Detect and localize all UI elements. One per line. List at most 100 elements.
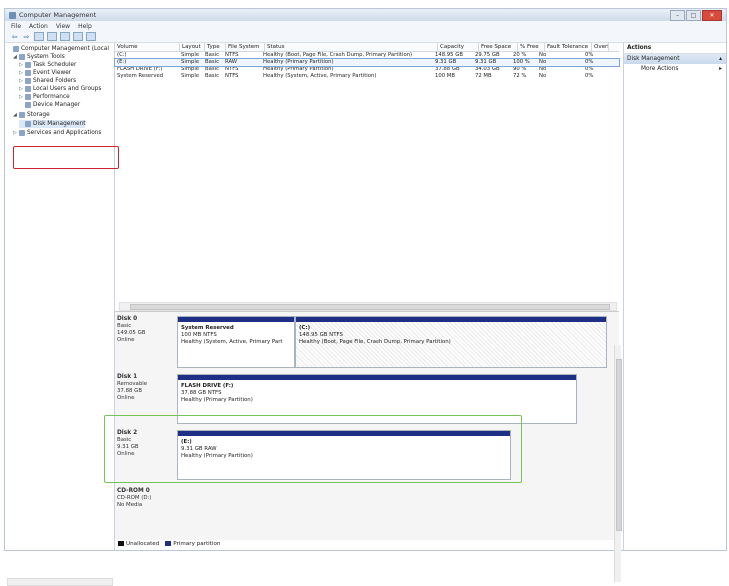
expand-arrow-icon[interactable]: ▷	[19, 93, 23, 101]
table-cell: 0%	[585, 73, 594, 79]
table-cell: Basic	[205, 66, 220, 72]
column-header[interactable]: Type	[205, 43, 226, 51]
tree-node-icon	[19, 130, 25, 136]
column-header[interactable]: File System	[226, 43, 265, 51]
tree-node-icon	[25, 86, 31, 92]
table-row[interactable]: (C:) Simple Basic NTFS Healthy (Boot, Page F…	[115, 52, 619, 59]
tree-item-label: Shared Folders	[33, 78, 77, 84]
partition-title: System Reserved	[181, 325, 234, 331]
table-cell: 90 %	[513, 66, 527, 72]
partition-details: System Reserved 100 MB NTFS Healthy (Syste…	[178, 322, 294, 367]
tree-item[interactable]: ▷ Event Viewer	[19, 69, 71, 77]
help-icon[interactable]	[73, 32, 83, 41]
table-cell: 9.31 GB	[435, 59, 457, 65]
scrollbar-thumb[interactable]	[616, 359, 622, 531]
column-header[interactable]: Layout	[180, 43, 205, 51]
tree-node-icon	[13, 46, 19, 52]
disk-view-vertical-scrollbar[interactable]	[614, 345, 622, 582]
expand-arrow-icon[interactable]: ◢	[13, 111, 17, 119]
column-header[interactable]: Status	[265, 43, 438, 51]
tree-node-icon	[25, 102, 31, 108]
tree-item[interactable]: Computer Management (Local	[7, 45, 109, 53]
tree-item[interactable]: ◢ System Tools	[13, 53, 65, 61]
tree-item[interactable]: ▷ Services and Applications	[13, 129, 101, 137]
action-more-actions[interactable]: More Actions ▸	[624, 64, 726, 74]
disk-2-highlight-box	[104, 415, 522, 483]
disk-name: CD-ROM 0	[117, 488, 150, 494]
disk-info-label[interactable]: CD-ROM 0 CD-ROM (D:) No Media	[117, 488, 175, 509]
show-hide-tree-icon[interactable]	[47, 32, 57, 41]
expand-arrow-icon[interactable]: ▷	[19, 61, 23, 69]
column-header[interactable]: Fault Tolerance	[545, 43, 592, 51]
column-header[interactable]: Volume	[115, 43, 180, 51]
table-cell: 148.95 GB	[435, 52, 463, 58]
menu-help[interactable]: Help	[78, 23, 92, 30]
partition-line2: 100 MB NTFS	[181, 332, 217, 338]
table-cell: FLASH DRIVE (F:)	[117, 66, 163, 72]
actions-title: Actions	[624, 43, 726, 54]
table-cell: System Reserved	[117, 73, 164, 79]
partition-line2: 37.88 GB NTFS	[181, 390, 222, 396]
table-cell: NTFS	[225, 73, 239, 79]
table-cell: No	[539, 66, 547, 72]
table-row[interactable]: (E:) Simple Basic RAW Healthy (Primary Parti…	[114, 58, 620, 67]
disk-status: No Media	[117, 502, 143, 508]
tree-node-icon	[25, 78, 31, 84]
menu-action[interactable]: Action	[29, 23, 48, 30]
tree-item[interactable]: ▷ Task Scheduler	[19, 61, 76, 69]
actions-section-disk-management[interactable]: Disk Management ▴	[624, 54, 726, 64]
close-button[interactable]: ✕	[702, 10, 722, 21]
expand-arrow-icon[interactable]: ◢	[13, 53, 17, 61]
disk-info-label[interactable]: Disk 0 Basic 149.05 GB Online	[117, 316, 175, 344]
partition-title: (C:)	[299, 325, 311, 331]
up-folder-icon[interactable]	[34, 32, 44, 41]
properties-icon[interactable]	[60, 32, 70, 41]
table-row[interactable]: FLASH DRIVE (F:) Simple Basic NTFS Healthy (…	[115, 66, 619, 73]
menu-file[interactable]: File	[11, 23, 21, 30]
table-cell: NTFS	[225, 66, 239, 72]
column-header[interactable]: % Free	[518, 43, 545, 51]
table-cell: Simple	[181, 73, 200, 79]
tree-item-label: Disk Management	[33, 121, 86, 127]
table-cell: 34.03 GB	[475, 66, 500, 72]
partition-block[interactable]: System Reserved 100 MB NTFS Healthy (Syste…	[177, 316, 295, 368]
tree-item[interactable]: ▷ Shared Folders	[19, 77, 76, 85]
expand-arrow-icon[interactable]: ▷	[19, 77, 23, 85]
tree-item[interactable]: ▷ Performance	[19, 93, 70, 101]
disk-type: Basic	[117, 323, 132, 329]
tree-item[interactable]: Device Manager	[19, 101, 80, 109]
table-row[interactable]: System Reserved Simple Basic NTFS Healthy (S…	[115, 73, 619, 80]
minimize-button[interactable]: –	[670, 10, 685, 21]
scrollbar-thumb[interactable]	[130, 304, 610, 310]
disk-info-label[interactable]: Disk 1 Removable 37.88 GB Online	[117, 374, 175, 402]
partition-line2: 148.95 GB NTFS	[299, 332, 343, 338]
forward-arrow-icon[interactable]: ⇨	[22, 33, 31, 41]
tree-node-icon	[25, 94, 31, 100]
partition-title: FLASH DRIVE (F:)	[181, 383, 234, 389]
menu-view[interactable]: View	[56, 23, 70, 30]
expand-arrow-icon[interactable]: ▷	[13, 129, 17, 137]
collapse-up-icon[interactable]: ▴	[719, 54, 722, 64]
back-arrow-icon[interactable]: ⇦	[10, 33, 19, 41]
disk-status: Online	[117, 395, 135, 401]
column-header[interactable]: Capacity	[438, 43, 479, 51]
tree-item[interactable]: ◢ Storage	[13, 111, 50, 119]
tree-horizontal-scrollbar[interactable]	[7, 578, 113, 586]
tree-item[interactable]: Disk Management	[19, 120, 86, 128]
table-cell: (C:)	[117, 52, 127, 58]
disk-name: Disk 0	[117, 316, 138, 322]
expand-arrow-icon[interactable]: ▷	[19, 85, 23, 93]
partition-block[interactable]: (C:) 148.95 GB NTFS Healthy (Boot, Page Fi…	[295, 316, 607, 368]
table-cell: 20 %	[513, 52, 527, 58]
tree-item[interactable]: ▷ Local Users and Groups	[19, 85, 101, 93]
partition-line3: Healthy (System, Active, Primary Part	[181, 339, 283, 345]
column-header[interactable]: Overl	[592, 43, 609, 51]
volume-list-horizontal-scrollbar[interactable]	[119, 302, 617, 311]
menu-bar: File Action View Help	[5, 21, 726, 31]
column-header[interactable]: Free Space	[479, 43, 518, 51]
expand-arrow-icon[interactable]: ▷	[19, 69, 23, 77]
maximize-button[interactable]: □	[686, 10, 701, 21]
disk-view-icon[interactable]	[86, 32, 96, 41]
table-cell: 9.31 GB	[475, 59, 497, 65]
table-cell: NTFS	[225, 52, 239, 58]
